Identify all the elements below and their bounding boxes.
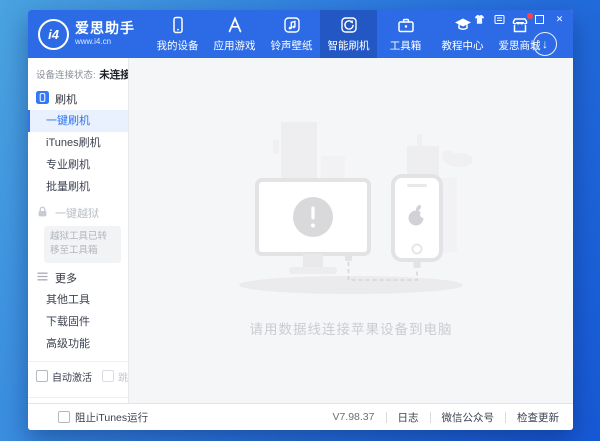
- sidebar-item-itunes-flash[interactable]: iTunes刷机: [28, 132, 128, 154]
- app-title: 爱思助手: [75, 21, 135, 36]
- i4-logo-icon: i4: [38, 19, 69, 50]
- tab-toolbox[interactable]: 工具箱: [377, 10, 434, 58]
- footer-separator: [430, 412, 431, 423]
- sidebar-item-download-firmware[interactable]: 下载固件: [28, 311, 128, 333]
- sidebar-group-more[interactable]: 更多: [28, 267, 128, 289]
- connect-device-illustration: [221, 122, 481, 312]
- block-itunes-checkbox[interactable]: 阻止iTunes运行: [58, 410, 148, 425]
- sidebar-item-one-click-flash[interactable]: 一键刷机: [28, 110, 128, 132]
- flash-phone-icon: [36, 91, 49, 107]
- auto-activate-checkbox[interactable]: 自动激活: [36, 369, 92, 384]
- device-status-label: 设备连接状态:: [36, 70, 96, 81]
- skin-theme-icon[interactable]: [474, 13, 485, 25]
- flash-icon: [339, 15, 359, 35]
- wechat-official-account-link[interactable]: 微信公众号: [442, 410, 495, 425]
- sidebar-item-pro-flash[interactable]: 专业刷机: [28, 154, 128, 176]
- tab-smart-flash[interactable]: 智能刷机: [320, 10, 377, 58]
- graduation-icon: [453, 15, 473, 35]
- sidebar-item-other-tools[interactable]: 其他工具: [28, 289, 128, 311]
- minimize-button[interactable]: [514, 13, 525, 25]
- footer-separator: [386, 412, 387, 423]
- sidebar-item-advanced-features[interactable]: 高级功能: [28, 333, 128, 355]
- checkbox-icon: [102, 370, 114, 382]
- jailbreak-moved-note: 越狱工具已转移至工具箱: [44, 226, 121, 263]
- footer-separator: [505, 412, 506, 423]
- status-bar: 阻止iTunes运行 V7.98.37 日志 微信公众号 检查更新: [28, 403, 573, 430]
- device-status-value: 未连接: [99, 69, 129, 81]
- title-bar: i4 爱思助手 www.i4.cn 我的设备: [28, 10, 573, 58]
- sidebar-group-flash[interactable]: 刷机: [28, 88, 128, 110]
- app-logo: i4 爱思助手 www.i4.cn: [28, 10, 135, 58]
- app-site-url: www.i4.cn: [75, 38, 135, 47]
- tab-my-device[interactable]: 我的设备: [149, 10, 206, 58]
- sidebar: 设备连接状态: 未连接 刷机 一键刷机 iTunes刷机 专业刷机 批量刷机: [28, 58, 129, 403]
- flash-options-row: 自动激活 跳过向导: [28, 362, 128, 391]
- version-label: V7.98.37: [332, 411, 374, 423]
- checkbox-icon: [58, 411, 70, 423]
- menu-lines-icon: [36, 270, 49, 286]
- tab-apps-games[interactable]: 应用游戏: [206, 10, 263, 58]
- maximize-button[interactable]: [534, 13, 545, 25]
- close-button[interactable]: ✕: [554, 13, 565, 25]
- sidebar-group-jailbreak: 一键越狱: [28, 202, 128, 224]
- checkbox-icon: [36, 370, 48, 382]
- download-manager-button[interactable]: ↓: [533, 32, 557, 56]
- appstore-icon: [225, 15, 245, 35]
- device-status-row: 设备连接状态: 未连接: [28, 58, 128, 88]
- main-content: 请用数据线连接苹果设备到电脑: [129, 58, 573, 403]
- lock-icon: [36, 205, 49, 221]
- phone-icon: [168, 15, 188, 35]
- main-menu-icon[interactable]: [494, 13, 505, 25]
- connect-device-message: 请用数据线连接苹果设备到电脑: [250, 318, 453, 338]
- app-window: i4 爱思助手 www.i4.cn 我的设备: [28, 10, 573, 430]
- toolbox-icon: [396, 15, 416, 35]
- check-update-link[interactable]: 检查更新: [517, 410, 559, 425]
- skip-wizard-checkbox[interactable]: 跳过向导: [102, 369, 129, 384]
- sidebar-item-batch-flash[interactable]: 批量刷机: [28, 176, 128, 198]
- music-icon: [282, 15, 302, 35]
- tab-ringtones-wallpapers[interactable]: 铃声壁纸: [263, 10, 320, 58]
- log-link[interactable]: 日志: [398, 410, 419, 425]
- window-controls: ✕: [474, 13, 565, 25]
